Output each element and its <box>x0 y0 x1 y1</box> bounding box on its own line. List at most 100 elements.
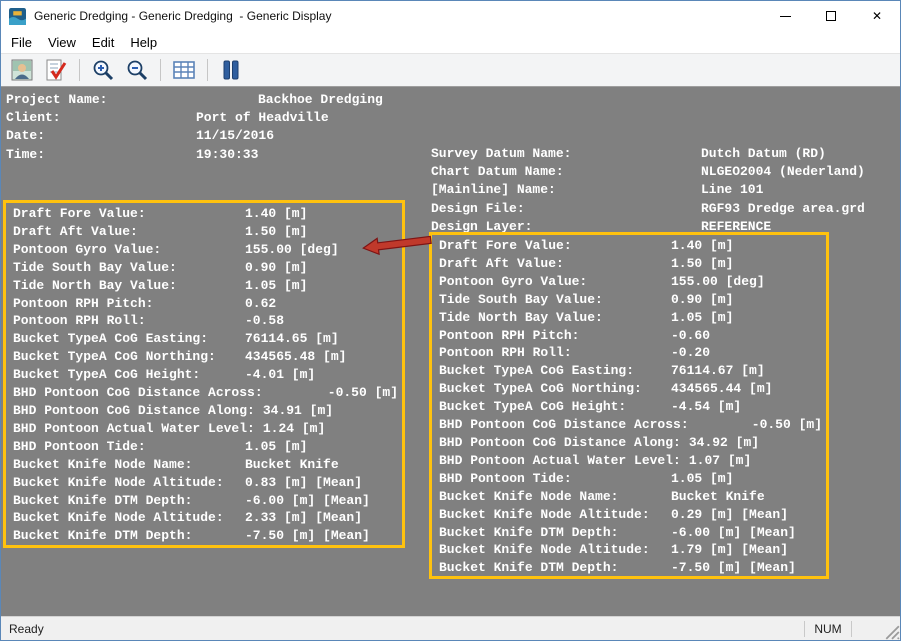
field-value: 34.91 [m] <box>255 402 333 420</box>
highlighted-data-panel-right: Draft Fore Value:1.40 [m]Draft Aft Value… <box>429 232 829 579</box>
checklist-button[interactable] <box>41 56 71 84</box>
field-value: Dutch Datum (RD) <box>693 145 826 163</box>
survey-info-row: Design File:RGF93 Dredge area.grd <box>431 200 865 218</box>
field-label: Draft Fore Value: <box>13 205 237 223</box>
data-field-row: Tide North Bay Value:1.05 [m] <box>13 277 400 295</box>
field-value: Bucket Knife <box>237 456 339 474</box>
field-label: BHD Pontoon CoG Distance Along: <box>439 434 681 452</box>
survey-info-row: Chart Datum Name:NLGEO2004 (Nederland) <box>431 163 865 181</box>
field-value: 1.05 [m] <box>663 470 733 488</box>
field-label: Pontoon Gyro Value: <box>439 273 663 291</box>
field-value: -7.50 [m] [Mean] <box>237 527 370 545</box>
data-field-row: Draft Aft Value:1.50 [m] <box>439 255 824 273</box>
field-label: Pontoon RPH Roll: <box>439 344 663 362</box>
field-label: Bucket TypeA CoG Height: <box>13 366 237 384</box>
zoom-in-button[interactable] <box>88 56 118 84</box>
field-value: 1.50 [m] <box>237 223 307 241</box>
field-value: 0.62 <box>237 295 276 313</box>
field-value: 76114.65 [m] <box>237 330 339 348</box>
field-label: Bucket TypeA CoG Easting: <box>13 330 237 348</box>
field-label: Pontoon Gyro Value: <box>13 241 237 259</box>
field-value: -6.00 [m] [Mean] <box>237 492 370 510</box>
toolbar-separator <box>207 59 208 81</box>
project-info-block: Project Name:Backhoe DredgingClient:Port… <box>6 91 383 164</box>
maximize-button[interactable] <box>808 1 854 31</box>
data-field-row: BHD Pontoon CoG Distance Across:-0.50 [m… <box>439 416 824 434</box>
field-label: Bucket TypeA CoG Northing: <box>13 348 237 366</box>
field-label: Pontoon RPH Pitch: <box>439 327 663 345</box>
field-label: Tide North Bay Value: <box>439 309 663 327</box>
field-label: Bucket Knife Node Altitude: <box>13 474 237 492</box>
field-label: Chart Datum Name: <box>431 163 693 181</box>
field-label: Pontoon RPH Roll: <box>13 312 237 330</box>
field-label: Bucket Knife Node Name: <box>439 488 663 506</box>
field-value: 155.00 [deg] <box>663 273 765 291</box>
field-label: BHD Pontoon Actual Water Level: <box>13 420 255 438</box>
close-button[interactable]: ✕ <box>854 1 900 31</box>
data-field-row: Tide South Bay Value:0.90 [m] <box>439 291 824 309</box>
data-field-row: Bucket TypeA CoG Height:-4.01 [m] <box>13 366 400 384</box>
menu-file[interactable]: File <box>3 33 40 52</box>
about-button[interactable] <box>7 56 37 84</box>
field-label: BHD Pontoon Tide: <box>439 470 663 488</box>
data-field-row: Bucket Knife Node Altitude:0.83 [m] [Mea… <box>13 474 400 492</box>
field-value: 1.24 [m] <box>255 420 325 438</box>
field-value: -4.01 [m] <box>237 366 315 384</box>
field-value: 1.79 [m] [Mean] <box>663 541 788 559</box>
window-controls: ✕ <box>762 1 900 31</box>
survey-info-row: [Mainline] Name:Line 101 <box>431 181 865 199</box>
field-label: Draft Aft Value: <box>439 255 663 273</box>
menu-edit[interactable]: Edit <box>84 33 122 52</box>
data-field-row: Bucket Knife Node Altitude:0.29 [m] [Mea… <box>439 506 824 524</box>
field-label: BHD Pontoon Tide: <box>13 438 237 456</box>
data-field-row: Bucket Knife Node Name:Bucket Knife <box>439 488 824 506</box>
data-field-row: BHD Pontoon CoG Distance Along:34.91 [m] <box>13 402 400 420</box>
field-label: BHD Pontoon CoG Distance Across: <box>439 416 689 434</box>
field-label: BHD Pontoon Actual Water Level: <box>439 452 681 470</box>
field-value: Backhoe Dredging <box>188 91 383 109</box>
menu-view[interactable]: View <box>40 33 84 52</box>
data-field-row: Tide South Bay Value:0.90 [m] <box>13 259 400 277</box>
data-field-row: Pontoon Gyro Value:155.00 [deg] <box>439 273 824 291</box>
field-label: Bucket TypeA CoG Northing: <box>439 380 663 398</box>
field-value: 0.29 [m] [Mean] <box>663 506 788 524</box>
data-field-row: Draft Fore Value:1.40 [m] <box>13 205 400 223</box>
display-area: Project Name:Backhoe DredgingClient:Port… <box>1 87 900 616</box>
field-label: Date: <box>6 127 188 145</box>
data-field-row: Bucket TypeA CoG Easting:76114.65 [m] <box>13 330 400 348</box>
data-field-row: BHD Pontoon CoG Distance Across:-0.50 [m… <box>13 384 400 402</box>
menu-help[interactable]: Help <box>122 33 165 52</box>
pause-button[interactable] <box>216 56 246 84</box>
resize-grip[interactable] <box>884 624 900 640</box>
minimize-button[interactable] <box>762 1 808 31</box>
field-value: 1.40 [m] <box>663 237 733 255</box>
field-value: Bucket Knife <box>663 488 765 506</box>
field-label: Bucket Knife Node Name: <box>13 456 237 474</box>
field-label: Bucket TypeA CoG Height: <box>439 398 663 416</box>
app-window: Generic Dredging - Generic Dredging - Ge… <box>0 0 901 641</box>
highlighted-data-panel-left: Draft Fore Value:1.40 [m]Draft Aft Value… <box>3 200 405 548</box>
grid-button[interactable] <box>169 56 199 84</box>
window-title: Generic Dredging - Generic Dredging - Ge… <box>34 9 331 23</box>
project-info-row: Date:11/15/2016 <box>6 127 383 145</box>
data-field-row: BHD Pontoon Tide:1.05 [m] <box>439 470 824 488</box>
data-field-row: Draft Aft Value:1.50 [m] <box>13 223 400 241</box>
data-field-row: Bucket TypeA CoG Height:-4.54 [m] <box>439 398 824 416</box>
field-value: 434565.44 [m] <box>663 380 772 398</box>
statusbar-separator <box>851 621 852 637</box>
zoom-out-button[interactable] <box>122 56 152 84</box>
field-label: Project Name: <box>6 91 188 109</box>
data-field-row: Bucket TypeA CoG Easting:76114.67 [m] <box>439 362 824 380</box>
toolbar-separator <box>79 59 80 81</box>
field-label: [Mainline] Name: <box>431 181 693 199</box>
data-field-row: Bucket Knife Node Name:Bucket Knife <box>13 456 400 474</box>
data-field-row: Bucket Knife DTM Depth:-6.00 [m] [Mean] <box>13 492 400 510</box>
field-value: 19:30:33 <box>188 146 258 164</box>
data-field-row: Pontoon Gyro Value:155.00 [deg] <box>13 241 400 259</box>
field-label: Tide South Bay Value: <box>439 291 663 309</box>
zoom-in-icon <box>91 58 115 82</box>
field-value: 1.05 [m] <box>663 309 733 327</box>
data-field-row: Pontoon RPH Pitch:0.62 <box>13 295 400 313</box>
data-field-row: Pontoon RPH Pitch:-0.60 <box>439 327 824 345</box>
pause-icon <box>219 58 243 82</box>
